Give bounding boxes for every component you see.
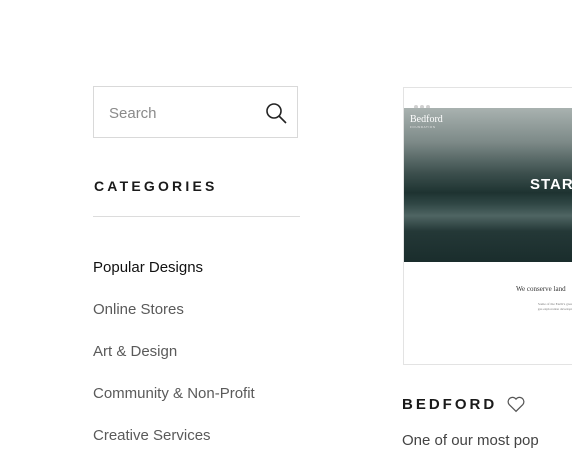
preview-tagline: We conserve land (516, 285, 566, 293)
categories-heading: CATEGORIES (94, 178, 218, 194)
preview-fine-print: Some of the Earth's great and gas explor… (537, 302, 572, 311)
divider (93, 216, 300, 217)
heart-icon[interactable] (506, 395, 526, 413)
category-popular-designs[interactable]: Popular Designs (93, 258, 255, 300)
category-community-non-profit[interactable]: Community & Non-Profit (93, 384, 255, 426)
preview-hero-image: Bedford FOUNDATION STAR (404, 108, 572, 262)
template-preview-card[interactable]: Bedford FOUNDATION STAR We conserve land… (403, 87, 572, 365)
category-creative-services[interactable]: Creative Services (93, 426, 255, 468)
category-online-stores[interactable]: Online Stores (93, 300, 255, 342)
preview-headline: STAR (530, 176, 572, 193)
preview-brand: Bedford (410, 114, 443, 125)
category-list: Popular Designs Online Stores Art & Desi… (93, 258, 255, 468)
template-title[interactable]: BEDFORD (402, 396, 497, 413)
search-icon[interactable] (264, 101, 288, 125)
category-art-design[interactable]: Art & Design (93, 342, 255, 384)
search-input[interactable] (109, 101, 259, 125)
preview-brand-sub: FOUNDATION (410, 125, 436, 129)
template-description: One of our most pop (402, 432, 539, 449)
